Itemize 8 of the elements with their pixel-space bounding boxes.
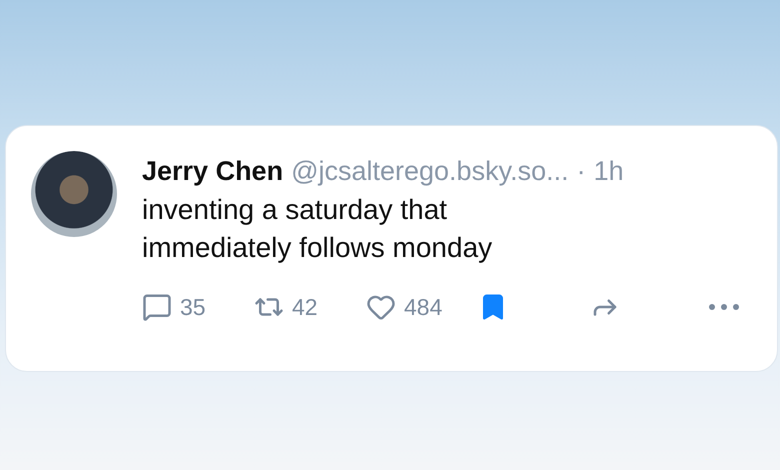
post-text: inventing a saturday that immediately follows monday xyxy=(142,193,494,265)
post-time: 1h xyxy=(594,156,624,187)
repost-button[interactable]: 42 xyxy=(254,292,366,322)
author-name[interactable]: Jerry Chen xyxy=(142,156,284,187)
separator: · xyxy=(576,156,586,187)
author-handle[interactable]: @jcsalterego.bsky.so... xyxy=(291,156,569,187)
like-button[interactable]: 484 xyxy=(366,292,478,322)
reply-button[interactable]: 35 xyxy=(142,292,254,322)
